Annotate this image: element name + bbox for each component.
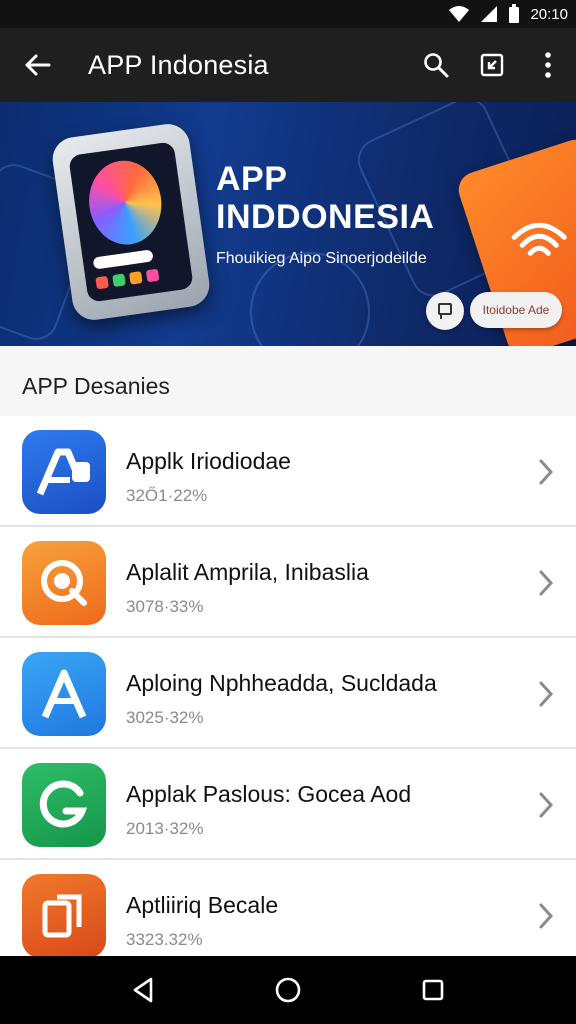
app-meta: 3025·32%	[126, 708, 204, 727]
app-screen: 20:10 APP Indonesia APP INDDONESIA Fhoui…	[0, 0, 576, 1024]
system-nav-bar	[0, 956, 576, 1024]
app-name: Applk Iriodiodae	[126, 448, 291, 474]
back-arrow-icon	[25, 54, 51, 76]
list-item[interactable]: Aptliiriq Becale 3323.32%	[0, 860, 576, 956]
list-item[interactable]: Aploing Nphheadda, Sucldada 3025·32%	[0, 638, 576, 749]
app-store-a-icon	[22, 430, 106, 514]
page-title: APP Indonesia	[88, 49, 269, 80]
list-item[interactable]: Applak Paslous: Gocea Aod 2013·32%	[0, 749, 576, 860]
list-item[interactable]: Applk Iriodiodae 32Ő1·22%	[0, 416, 576, 527]
nav-recents-button[interactable]	[403, 960, 463, 1020]
more-options-button[interactable]	[520, 28, 576, 102]
green-g-icon	[22, 763, 106, 847]
open-in-button[interactable]	[464, 28, 520, 102]
app-meta: 3323.32%	[126, 930, 203, 949]
search-icon	[424, 53, 449, 78]
share-icon	[438, 303, 452, 319]
promo-banner[interactable]: APP INDDONESIA Fhouikieg Aipo Sinoerjode…	[0, 102, 576, 346]
letter-a-icon	[22, 652, 106, 736]
back-triangle-icon	[133, 977, 152, 1003]
app-name: Aploing Nphheadda, Sucldada	[126, 670, 437, 696]
app-meta: 3078·33%	[126, 597, 204, 616]
banner-action-button[interactable]: Itoidobe Ade	[470, 292, 562, 328]
recents-square-icon	[423, 979, 444, 1001]
orange-q-icon	[22, 541, 106, 625]
nav-back-button[interactable]	[113, 960, 173, 1020]
app-name: Aptliiriq Becale	[126, 892, 279, 918]
app-name: Aplalit Amprila, Inibaslia	[126, 559, 369, 585]
signal-icon	[481, 6, 498, 22]
status-time: 20:10	[530, 5, 568, 23]
more-vertical-icon	[545, 52, 551, 78]
wifi-icon	[449, 6, 470, 22]
banner-subtitle: Fhouikieg Aipo Sinoerjodeilde	[216, 250, 427, 267]
app-list: Applk Iriodiodae 32Ő1·22% Aplalit Ampril…	[0, 416, 576, 956]
chevron-right-icon	[539, 792, 554, 818]
section-header: APP Desanies	[0, 346, 576, 416]
open-in-icon	[480, 53, 504, 77]
section-title: APP Desanies	[22, 373, 170, 399]
app-toolbar: APP Indonesia	[0, 28, 576, 102]
copy-icon	[22, 874, 106, 956]
status-bar: 20:10	[0, 0, 576, 28]
app-meta: 2013·32%	[126, 819, 204, 838]
list-item[interactable]: Aplalit Amprila, Inibaslia 3078·33%	[0, 527, 576, 638]
search-button[interactable]	[408, 28, 464, 102]
phone-illustration	[49, 121, 213, 323]
chevron-right-icon	[539, 570, 554, 596]
app-name: Applak Paslous: Gocea Aod	[126, 781, 412, 807]
chevron-right-icon	[539, 903, 554, 929]
banner-title: APP INDDONESIA	[216, 160, 435, 236]
home-circle-icon	[275, 977, 301, 1003]
battery-icon	[509, 4, 520, 23]
chevron-right-icon	[539, 459, 554, 485]
share-button[interactable]	[426, 292, 464, 330]
app-meta: 32Ő1·22%	[126, 486, 208, 505]
back-button[interactable]	[0, 28, 74, 102]
nav-home-button[interactable]	[258, 960, 318, 1020]
chevron-right-icon	[539, 681, 554, 707]
wifi-logo-icon	[509, 215, 569, 277]
